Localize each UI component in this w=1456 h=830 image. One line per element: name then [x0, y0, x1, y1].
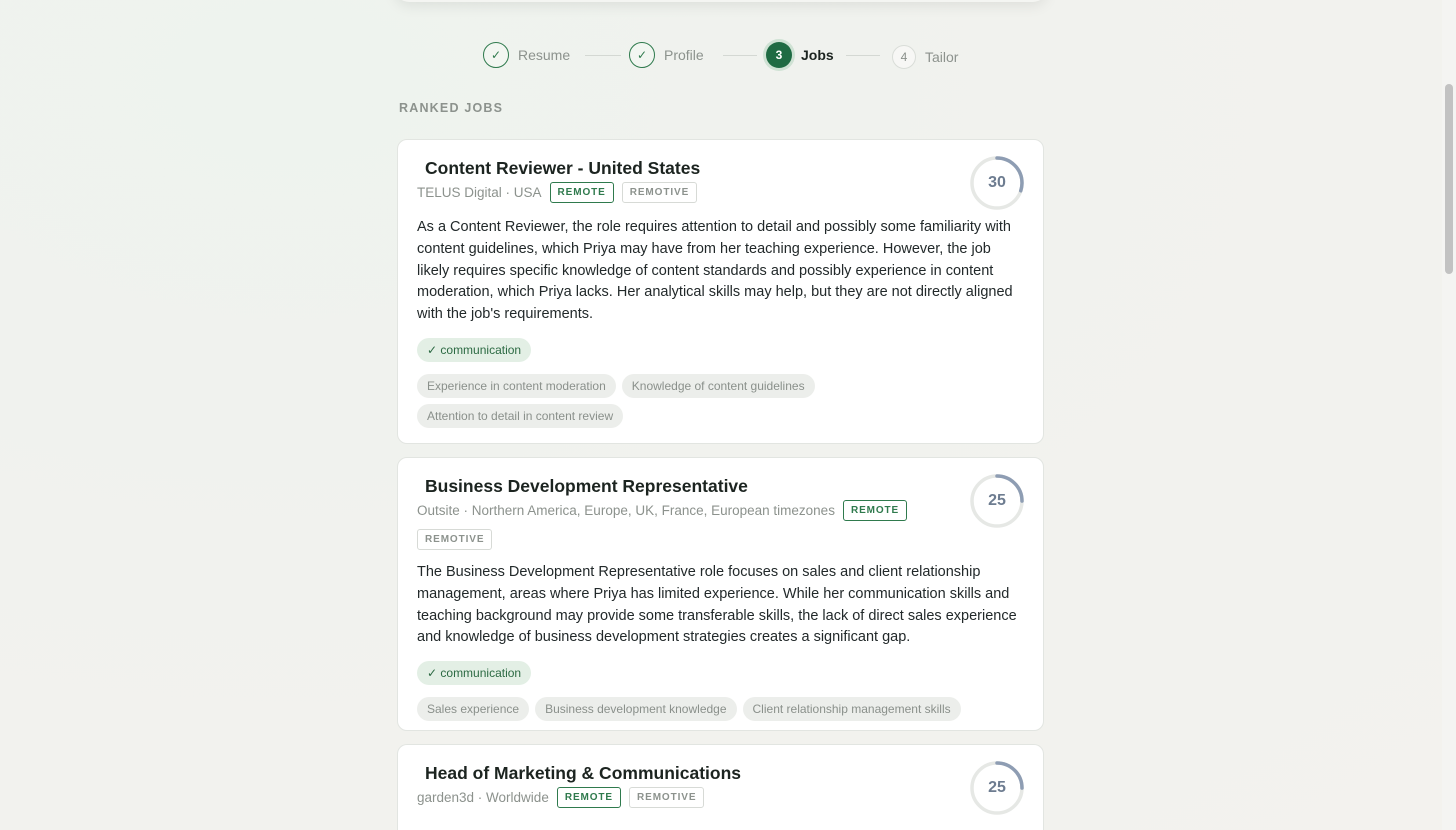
check-icon: ✓: [629, 42, 655, 68]
step-connector: [723, 55, 757, 56]
source-tag: REMOTIVE: [629, 787, 705, 808]
job-description: As a Content Reviewer, the role requires…: [417, 219, 1013, 323]
source-tag: REMOTIVE: [417, 529, 493, 550]
score-value: 25: [988, 779, 1006, 796]
match-score-ring: 25: [969, 473, 1025, 529]
step-tailor[interactable]: 4 Tailor: [892, 45, 958, 69]
match-score-ring: 25: [969, 760, 1025, 816]
source-tag: REMOTIVE: [621, 182, 698, 203]
gap-chips: Sales experience Business development kn…: [417, 697, 1024, 722]
match-score-ring: 30: [969, 155, 1025, 211]
job-card[interactable]: Head of Marketing & Communications garde…: [397, 744, 1044, 830]
step-label: Resume: [518, 47, 571, 63]
match-chips: ✓ communication: [417, 661, 1024, 686]
step-number: 4: [892, 45, 916, 69]
step-connector: [585, 55, 621, 56]
gap-chips: Experience in content moderation Knowled…: [417, 373, 1024, 428]
score-value: 30: [988, 174, 1006, 191]
job-title[interactable]: Content Reviewer - United States: [417, 157, 1024, 179]
step-profile[interactable]: ✓ Profile: [629, 42, 704, 68]
step-label: Jobs: [801, 47, 834, 63]
section-heading: RANKED JOBS: [399, 101, 504, 115]
matched-skill-chip: ✓ communication: [417, 337, 532, 362]
check-icon: ✓: [483, 42, 509, 68]
company-location: garden3d · Worldwide: [417, 790, 549, 805]
gap-skill-chip: Sales experience: [417, 697, 530, 722]
step-number: 3: [766, 42, 792, 68]
remote-tag: REMOTE: [549, 182, 614, 203]
gap-skill-chip: Business development knowledge: [535, 697, 737, 722]
job-title[interactable]: Business Development Representative: [417, 475, 1024, 497]
gap-skill-chip: Knowledge of content guidelines: [621, 373, 815, 398]
gap-skill-chip: Client relationship management skills: [742, 697, 961, 722]
scrollbar-track[interactable]: [1442, 0, 1456, 830]
step-resume[interactable]: ✓ Resume: [483, 42, 570, 68]
top-panel-edge: [395, 0, 1047, 2]
match-chips: ✓ communication: [417, 337, 1024, 362]
remote-tag: REMOTE: [556, 787, 622, 808]
step-jobs[interactable]: 3 Jobs: [766, 42, 834, 68]
job-meta: Outsite · Northern America, Europe, UK, …: [417, 500, 917, 550]
company-location: Outsite · Northern America, Europe, UK, …: [417, 503, 835, 518]
step-connector: [846, 55, 880, 56]
gap-skill-chip: Experience in content moderation: [417, 373, 616, 398]
remote-tag: REMOTE: [842, 500, 908, 521]
job-description: The Business Development Representative …: [417, 564, 1017, 646]
gap-skill-chip: Attention to detail in content review: [417, 403, 624, 428]
step-label: Tailor: [925, 49, 959, 65]
step-label: Profile: [664, 47, 704, 63]
job-meta: TELUS Digital · USA REMOTE REMOTIVE: [417, 182, 917, 203]
job-title[interactable]: Head of Marketing & Communications: [417, 762, 1024, 784]
job-meta: garden3d · Worldwide REMOTE REMOTIVE: [417, 787, 917, 808]
job-card[interactable]: Content Reviewer - United States TELUS D…: [397, 139, 1044, 444]
company-location: TELUS Digital · USA: [417, 185, 542, 200]
matched-skill-chip: ✓ communication: [417, 661, 532, 686]
scrollbar-thumb[interactable]: [1445, 84, 1453, 274]
score-value: 25: [988, 492, 1006, 509]
job-card[interactable]: Business Development Representative Outs…: [397, 457, 1044, 731]
